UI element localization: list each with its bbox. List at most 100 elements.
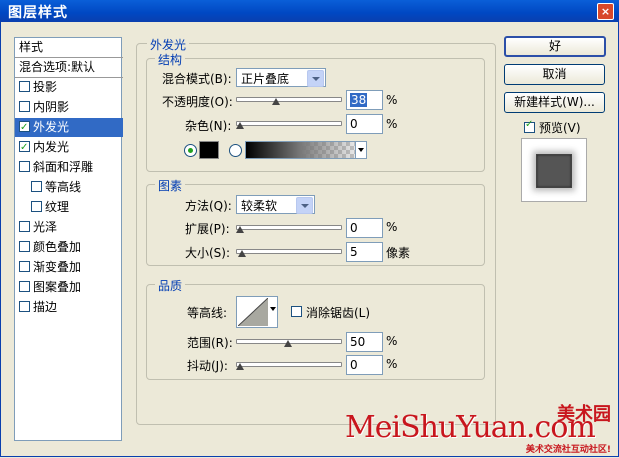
chevron-down-icon [358, 148, 364, 152]
noise-slider[interactable] [236, 118, 342, 129]
opacity-slider[interactable] [236, 94, 342, 105]
glow-color-swatch[interactable] [199, 141, 219, 159]
style-item-checkbox[interactable] [19, 221, 30, 232]
style-item-label: 等高线 [45, 180, 82, 194]
antialias-label[interactable]: 消除锯齿(L) [306, 304, 370, 321]
ok-button[interactable]: 好 [504, 36, 606, 57]
cancel-button[interactable]: 取消 [504, 64, 605, 85]
style-item-label: 描边 [33, 300, 58, 314]
style-list: 样式 混合选项:默认 投影内阴影外发光内发光斜面和浮雕等高线纹理光泽颜色叠加渐变… [14, 37, 123, 441]
spread-input[interactable]: 0 [346, 218, 383, 238]
style-item-label: 内发光 [33, 140, 70, 154]
preview-label[interactable]: 预览(V) [539, 119, 581, 136]
close-icon: × [600, 5, 611, 18]
preview-checkbox[interactable] [524, 119, 535, 133]
style-item[interactable]: 等高线 [15, 178, 135, 197]
size-slider-track [236, 249, 342, 254]
size-unit: 像素 [386, 246, 411, 260]
style-list-header[interactable]: 样式 [15, 38, 123, 58]
style-item[interactable]: 外发光 [15, 118, 123, 137]
style-item[interactable]: 描边 [15, 298, 123, 317]
range-value: 50 [350, 335, 366, 349]
color-radio[interactable] [184, 144, 197, 157]
noise-label: 杂色(N): [185, 119, 232, 133]
size-slider-thumb[interactable] [237, 250, 246, 257]
style-item-checkbox[interactable] [19, 161, 30, 172]
jitter-slider-thumb[interactable] [236, 363, 244, 370]
spread-value: 0 [350, 221, 358, 235]
style-item[interactable]: 颜色叠加 [15, 238, 123, 257]
gradient-swatch[interactable] [245, 141, 367, 159]
quality-title: 品质 [155, 277, 186, 294]
contour-picker[interactable] [236, 296, 278, 328]
blend-mode-select[interactable]: 正片叠底 [236, 68, 326, 87]
opacity-unit: % [386, 93, 398, 107]
range-input[interactable]: 50 [346, 332, 383, 352]
elements-title: 图素 [155, 177, 186, 194]
method-value: 较柔软 [241, 199, 278, 213]
range-slider[interactable] [236, 336, 342, 347]
watermark-tagline: 美术交流社互动社区! [525, 445, 611, 455]
noise-value: 0 [350, 117, 358, 131]
jitter-slider[interactable] [236, 359, 342, 370]
style-item[interactable]: 图案叠加 [15, 278, 123, 297]
style-item-label: 图案叠加 [33, 280, 82, 294]
style-item-checkbox[interactable] [19, 281, 30, 292]
style-item[interactable]: 内发光 [15, 138, 123, 157]
spread-label: 扩展(P): [185, 222, 230, 236]
chevron-down-icon[interactable] [270, 307, 276, 311]
style-preview [521, 138, 587, 202]
style-item-checkbox[interactable] [19, 101, 30, 112]
structure-title: 结构 [155, 51, 186, 68]
style-item-checkbox[interactable] [19, 138, 30, 157]
jitter-input[interactable]: 0 [346, 355, 383, 375]
size-value: 5 [350, 245, 358, 259]
blend-mode-label: 混合模式(B): [162, 72, 232, 86]
size-input[interactable]: 5 [346, 242, 383, 262]
style-item-label: 颜色叠加 [33, 240, 82, 254]
contour-curve-icon [238, 298, 268, 326]
range-slider-thumb[interactable] [284, 340, 292, 347]
size-label: 大小(S): [185, 246, 231, 260]
title-bar[interactable]: 图层样式 × [0, 0, 619, 22]
size-slider[interactable] [236, 246, 342, 257]
chevron-down-icon [296, 197, 313, 214]
opacity-value: 38 [350, 93, 368, 107]
antialias-checkbox[interactable] [291, 306, 302, 317]
new-style-button[interactable]: 新建样式(W)... [504, 92, 605, 113]
opacity-input[interactable]: 38 [346, 90, 383, 110]
style-item-checkbox[interactable] [19, 241, 30, 252]
style-item[interactable]: 斜面和浮雕 [15, 158, 123, 177]
style-item-label: 外发光 [33, 120, 70, 134]
close-button[interactable]: × [597, 3, 614, 20]
style-item[interactable]: 渐变叠加 [15, 258, 123, 277]
style-item-label: 光泽 [33, 220, 58, 234]
style-item-label: 内阴影 [33, 100, 70, 114]
style-item-checkbox[interactable] [19, 118, 30, 137]
gradient-radio[interactable] [229, 144, 242, 157]
jitter-value: 0 [350, 358, 358, 372]
blend-options-item[interactable]: 混合选项:默认 [15, 58, 123, 78]
gradient-dropdown-arrow[interactable] [355, 142, 366, 158]
opacity-slider-thumb[interactable] [272, 98, 281, 105]
noise-slider-thumb[interactable] [236, 122, 244, 129]
noise-input[interactable]: 0 [346, 114, 383, 134]
method-select[interactable]: 较柔软 [236, 195, 315, 214]
style-item-checkbox[interactable] [19, 81, 30, 92]
range-unit: % [386, 334, 398, 348]
style-item[interactable]: 纹理 [15, 198, 135, 217]
style-item-checkbox[interactable] [19, 301, 30, 312]
style-item[interactable]: 投影 [15, 78, 123, 97]
style-item-checkbox[interactable] [31, 201, 42, 212]
method-label: 方法(Q): [185, 199, 232, 213]
style-list-header-label: 样式 [19, 40, 44, 54]
spread-slider-track [236, 225, 342, 230]
style-item[interactable]: 内阴影 [15, 98, 123, 117]
spread-slider-thumb[interactable] [236, 226, 244, 233]
jitter-unit: % [386, 357, 398, 371]
spread-slider[interactable] [236, 222, 342, 233]
style-item-checkbox[interactable] [31, 181, 42, 192]
style-item-checkbox[interactable] [19, 261, 30, 272]
watermark-url: MeiShuYuan.com [345, 410, 596, 445]
style-item[interactable]: 光泽 [15, 218, 123, 237]
